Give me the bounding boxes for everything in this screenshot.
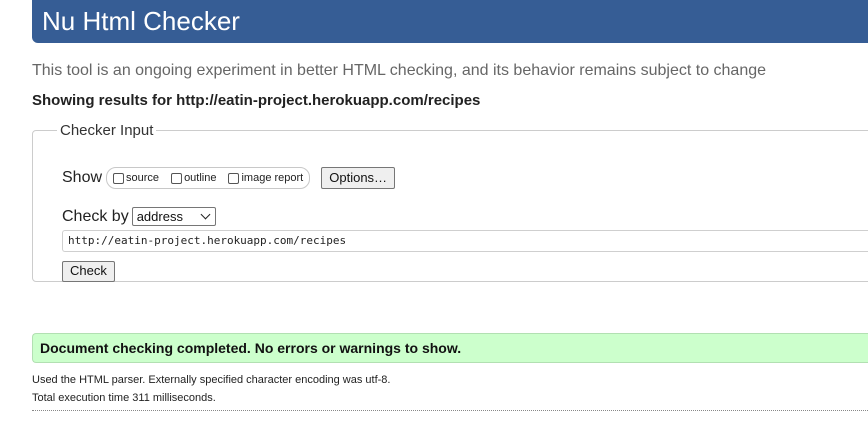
show-options-row: Show source outline image report Options… [62, 167, 396, 189]
check-by-row: Check by address [62, 207, 216, 226]
options-button[interactable]: Options… [321, 167, 396, 189]
parser-info: Used the HTML parser. Externally specifi… [32, 374, 391, 386]
image-report-checkbox[interactable] [228, 172, 240, 184]
tagline: This tool is an ongoing experiment in be… [32, 62, 767, 79]
check-by-selected-value: address [136, 209, 183, 224]
outline-checkbox[interactable] [171, 172, 183, 184]
app-header: Nu Html Checker [32, 0, 868, 43]
show-options-group: source outline image report [106, 167, 311, 189]
check-by-label: Check by [62, 207, 129, 225]
outline-checkbox-label[interactable]: outline [184, 172, 216, 184]
url-input[interactable]: http://eatin-project.herokuapp.com/recip… [62, 230, 868, 252]
execution-time: Total execution time 311 milliseconds. [32, 392, 216, 404]
page-title: Nu Html Checker [42, 6, 240, 36]
result-details: Used the HTML parser. Externally specifi… [32, 371, 868, 407]
check-by-select[interactable]: address [131, 207, 216, 226]
check-button[interactable]: Check [62, 261, 115, 282]
source-checkbox[interactable] [113, 172, 125, 184]
checker-input-fieldset: Checker Input Show source outline image … [32, 122, 868, 282]
show-label: Show [62, 169, 103, 186]
source-checkbox-label[interactable]: source [126, 172, 159, 184]
chevron-down-icon [200, 209, 211, 220]
image-report-checkbox-label[interactable]: image report [241, 172, 303, 184]
results-heading: Showing results for http://eatin-project… [32, 92, 481, 109]
success-message: Document checking completed. No errors o… [32, 333, 868, 363]
checker-input-legend: Checker Input [60, 122, 154, 139]
divider [32, 410, 868, 411]
